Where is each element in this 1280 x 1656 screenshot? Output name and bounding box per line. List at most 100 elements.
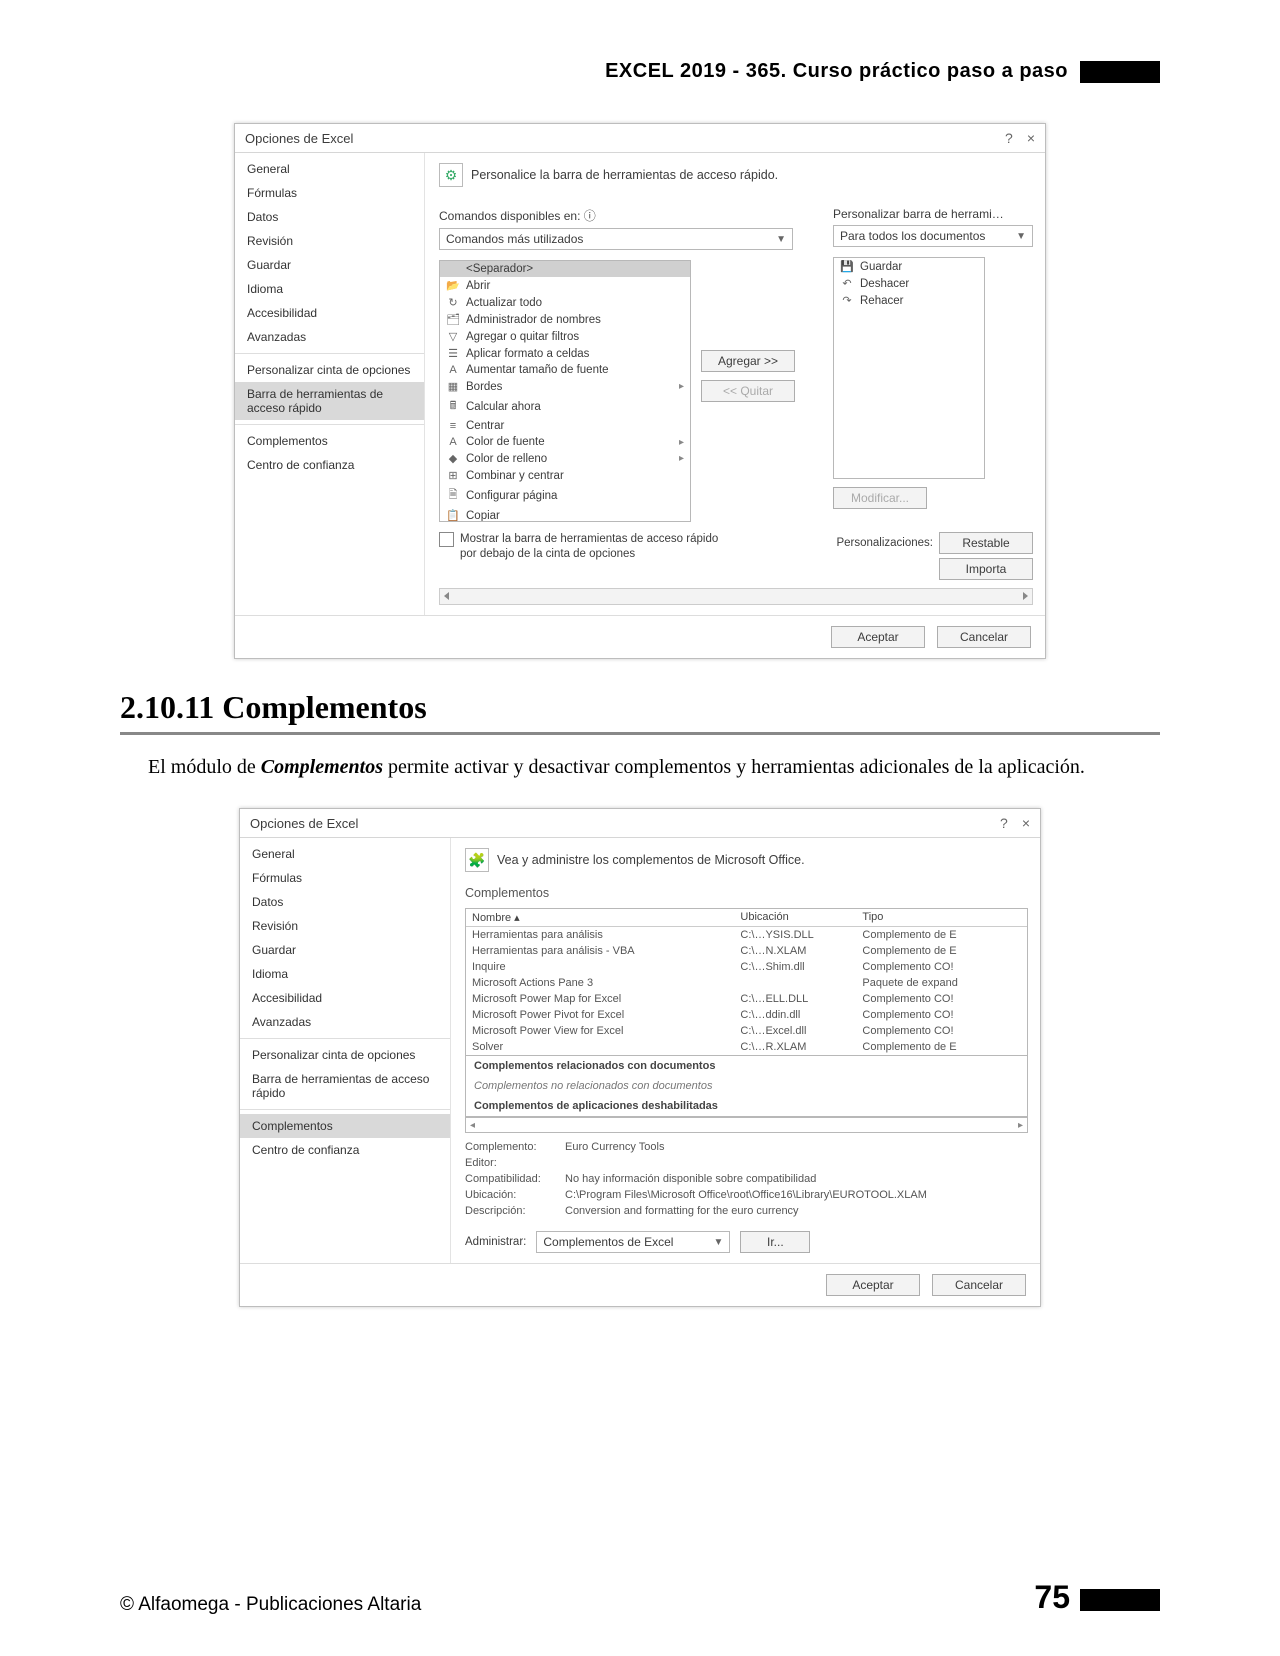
- go-button[interactable]: Ir...: [740, 1231, 810, 1253]
- sidebar-item[interactable]: Centro de confianza: [235, 453, 424, 477]
- col-name[interactable]: Nombre ▴: [472, 911, 740, 924]
- manage-combo[interactable]: Complementos de Excel ▼: [536, 1231, 730, 1253]
- close-icon[interactable]: ×: [1027, 130, 1035, 146]
- table-cell: Complemento de E: [862, 945, 1021, 957]
- list-item[interactable]: AAumentar tamaño de fuente: [440, 362, 690, 378]
- sidebar-item[interactable]: Personalizar cinta de opciones: [240, 1043, 450, 1067]
- table-cell: [740, 977, 862, 989]
- sidebar-item[interactable]: Revisión: [235, 229, 424, 253]
- col-location[interactable]: Ubicación: [740, 911, 862, 924]
- list-item[interactable]: ▦Bordes▸: [440, 378, 690, 395]
- table-cell: Solver: [472, 1041, 740, 1053]
- sidebar-item[interactable]: Avanzadas: [235, 325, 424, 349]
- submenu-icon: ▸: [679, 381, 684, 392]
- sidebar-item[interactable]: Fórmulas: [240, 866, 450, 890]
- list-item[interactable]: ↷Rehacer: [834, 292, 984, 309]
- command-label: Agregar o quitar filtros: [466, 331, 579, 343]
- detail-value-location: C:\Program Files\Microsoft Office\root\O…: [565, 1189, 1028, 1201]
- list-item[interactable]: 📂Abrir: [440, 277, 690, 294]
- remove-button[interactable]: << Quitar: [701, 380, 795, 402]
- cancel-button[interactable]: Cancelar: [932, 1274, 1026, 1296]
- ok-button[interactable]: Aceptar: [831, 626, 925, 648]
- qat-icon: ↶: [840, 277, 854, 290]
- dialog-titlebar: Opciones de Excel ? ×: [235, 124, 1045, 153]
- customize-for-combo[interactable]: Para todos los documentos ▼: [833, 225, 1033, 247]
- import-export-button[interactable]: Importa: [939, 558, 1033, 580]
- sidebar-item[interactable]: Fórmulas: [235, 181, 424, 205]
- command-label: Configurar página: [466, 490, 557, 502]
- col-type[interactable]: Tipo: [862, 911, 1021, 924]
- table-cell: Inquire: [472, 961, 740, 973]
- horizontal-scrollbar[interactable]: ◂▸: [465, 1117, 1028, 1133]
- manage-combo-value: Complementos de Excel: [543, 1235, 673, 1249]
- list-item[interactable]: 📋Copiar: [440, 507, 690, 522]
- list-item[interactable]: 🗎Configurar página: [440, 484, 690, 507]
- sidebar-item[interactable]: Accesibilidad: [235, 301, 424, 325]
- add-button[interactable]: Agregar >>: [701, 350, 795, 372]
- command-label: Color de relleno: [466, 453, 547, 465]
- table-row[interactable]: Microsoft Power Pivot for ExcelC:\…ddin.…: [466, 1007, 1027, 1023]
- qat-listbox[interactable]: 💾Guardar↶Deshacer↷Rehacer: [833, 257, 985, 479]
- sidebar-item[interactable]: Idioma: [235, 277, 424, 301]
- sidebar-item[interactable]: Avanzadas: [240, 1010, 450, 1034]
- sidebar-item[interactable]: General: [240, 842, 450, 866]
- list-item[interactable]: 🖩Calcular ahora: [440, 395, 690, 418]
- commands-from-combo[interactable]: Comandos más utilizados ▼: [439, 228, 793, 250]
- table-row[interactable]: Microsoft Power Map for ExcelC:\…ELL.DLL…: [466, 991, 1027, 1007]
- cancel-button[interactable]: Cancelar: [937, 626, 1031, 648]
- show-below-ribbon-label: Mostrar la barra de herramientas de acce…: [460, 532, 729, 580]
- list-item[interactable]: ↻Actualizar todo: [440, 294, 690, 311]
- modify-button[interactable]: Modificar...: [833, 487, 927, 509]
- list-item[interactable]: ☰Aplicar formato a celdas: [440, 345, 690, 362]
- customize-for-value: Para todos los documentos: [840, 229, 985, 243]
- sidebar-item[interactable]: Datos: [235, 205, 424, 229]
- sidebar-item[interactable]: Idioma: [240, 962, 450, 986]
- show-below-ribbon-checkbox[interactable]: [439, 532, 454, 547]
- detail-value-editor: [565, 1157, 1028, 1169]
- sidebar-item[interactable]: Guardar: [240, 938, 450, 962]
- list-item[interactable]: ↶Deshacer: [834, 275, 984, 292]
- commands-listbox[interactable]: <Separador>📂Abrir↻Actualizar todo🗂Admini…: [439, 260, 691, 522]
- list-item[interactable]: 💾Guardar: [834, 258, 984, 275]
- reset-button[interactable]: Restable: [939, 532, 1033, 554]
- sidebar-item[interactable]: Complementos: [235, 429, 424, 453]
- sidebar-item[interactable]: General: [235, 157, 424, 181]
- sidebar-item[interactable]: Guardar: [235, 253, 424, 277]
- sidebar-item[interactable]: Accesibilidad: [240, 986, 450, 1010]
- help-icon[interactable]: ?: [1000, 815, 1008, 831]
- chevron-down-icon: ▼: [713, 1237, 723, 1248]
- table-cell: C:\…N.XLAM: [740, 945, 862, 957]
- close-icon[interactable]: ×: [1022, 815, 1030, 831]
- command-label: Combinar y centrar: [466, 470, 564, 482]
- list-item[interactable]: ◆Color de relleno▸: [440, 450, 690, 467]
- table-row[interactable]: Herramientas para análisis - VBAC:\…N.XL…: [466, 943, 1027, 959]
- sidebar-item[interactable]: Barra de herramientas de acceso rápido: [240, 1067, 450, 1105]
- sidebar-item[interactable]: Complementos: [240, 1114, 450, 1138]
- page-header-title: EXCEL 2019 - 365. Curso práctico paso a …: [605, 60, 1068, 83]
- addins-table[interactable]: Nombre ▴ Ubicación Tipo Herramientas par…: [465, 908, 1028, 1056]
- ok-button[interactable]: Aceptar: [826, 1274, 920, 1296]
- table-cell: Microsoft Power Pivot for Excel: [472, 1009, 740, 1021]
- list-item[interactable]: AColor de fuente▸: [440, 434, 690, 450]
- sidebar-item[interactable]: Barra de herramientas de acceso rápido: [235, 382, 424, 420]
- table-row[interactable]: Herramientas para análisisC:\…YSIS.DLLCo…: [466, 927, 1027, 943]
- sidebar-item[interactable]: Centro de confianza: [240, 1138, 450, 1162]
- list-item[interactable]: ⊞Combinar y centrar: [440, 467, 690, 484]
- sidebar-item[interactable]: Revisión: [240, 914, 450, 938]
- table-row[interactable]: Microsoft Power View for ExcelC:\…Excel.…: [466, 1023, 1027, 1039]
- qat-label: Rehacer: [860, 295, 903, 307]
- horizontal-scrollbar[interactable]: [439, 588, 1033, 605]
- list-item[interactable]: ≡Centrar: [440, 418, 690, 434]
- table-cell: Complemento CO!: [862, 993, 1021, 1005]
- sidebar-item[interactable]: Personalizar cinta de opciones: [235, 358, 424, 382]
- command-icon: ▦: [446, 380, 460, 393]
- list-item[interactable]: <Separador>: [440, 261, 690, 277]
- table-row[interactable]: SolverC:\…R.XLAMComplemento de E: [466, 1039, 1027, 1055]
- list-item[interactable]: ▽Agregar o quitar filtros: [440, 328, 690, 345]
- table-row[interactable]: Microsoft Actions Pane 3Paquete de expan…: [466, 975, 1027, 991]
- help-icon[interactable]: ?: [1005, 130, 1013, 146]
- sidebar-item[interactable]: Datos: [240, 890, 450, 914]
- table-row[interactable]: InquireC:\…Shim.dllComplemento CO!: [466, 959, 1027, 975]
- addins-subtext-docs: Complementos no relacionados con documen…: [465, 1076, 1028, 1096]
- list-item[interactable]: 🗂Administrador de nombres: [440, 311, 690, 328]
